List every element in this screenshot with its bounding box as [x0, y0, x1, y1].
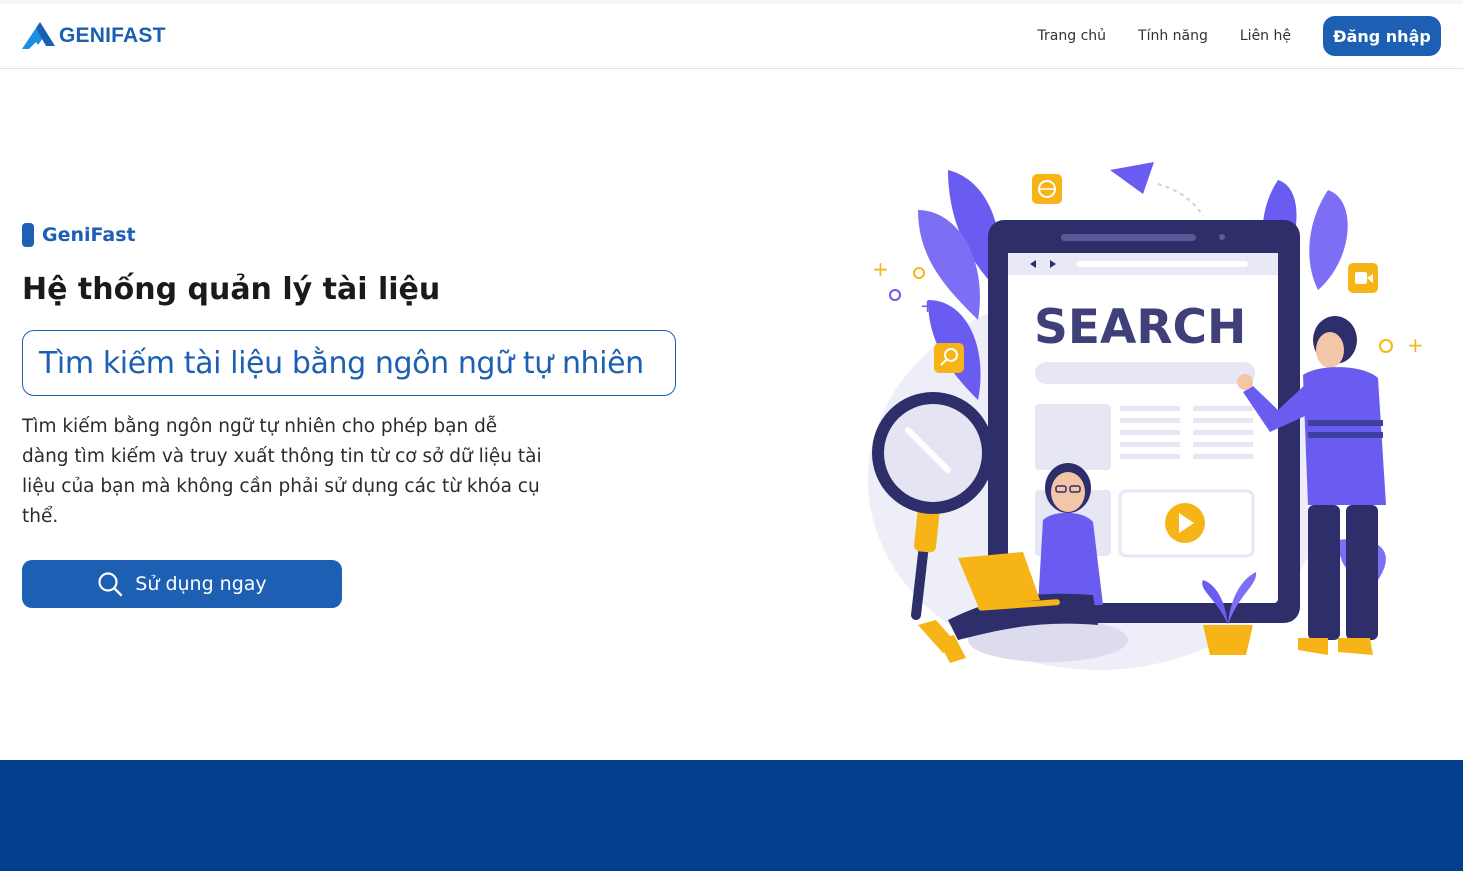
navbar: GENIFAST Trang chủ Tính năng Liên hệ Đăn…	[0, 4, 1463, 69]
hero-highlight-box: Tìm kiếm tài liệu bằng ngôn ngữ tự nhiên	[22, 330, 676, 396]
hero-illustration: + + + SEARCH	[858, 150, 1438, 680]
eyebrow-label: GeniFast	[42, 224, 136, 246]
brand-name: GENIFAST	[59, 23, 166, 47]
use-now-label: Sử dụng ngay	[135, 573, 267, 595]
svg-text:+: +	[1407, 333, 1424, 357]
main-nav: Trang chủ Tính năng Liên hệ Đăng nhập	[1038, 16, 1441, 56]
brand-logo-link[interactable]: GENIFAST	[22, 22, 166, 49]
nav-item-contact[interactable]: Liên hệ	[1240, 28, 1291, 44]
use-now-button[interactable]: Sử dụng ngay	[22, 560, 342, 608]
hero-section: GeniFast Hệ thống quản lý tài liệu Tìm k…	[22, 222, 702, 608]
search-illustration: + + + SEARCH	[868, 162, 1424, 670]
search-icon	[98, 572, 123, 597]
login-button[interactable]: Đăng nhập	[1323, 16, 1441, 56]
nav-item-home[interactable]: Trang chủ	[1038, 28, 1106, 44]
footer-band	[0, 760, 1463, 871]
svg-text:+: +	[920, 296, 935, 317]
hero-description: Tìm kiếm bằng ngôn ngữ tự nhiên cho phép…	[22, 416, 542, 527]
svg-text:+: +	[872, 257, 889, 281]
eyebrow-accent-bar	[22, 223, 34, 247]
hero-eyebrow: GeniFast	[22, 222, 702, 248]
hero-highlight-text: Tìm kiếm tài liệu bằng ngôn ngữ tự nhiên	[39, 345, 644, 381]
hero-headline: Hệ thống quản lý tài liệu	[22, 272, 441, 307]
screen-search-word: SEARCH	[1034, 300, 1246, 355]
genifast-logo-icon	[22, 22, 55, 49]
nav-item-features[interactable]: Tính năng	[1138, 28, 1208, 44]
